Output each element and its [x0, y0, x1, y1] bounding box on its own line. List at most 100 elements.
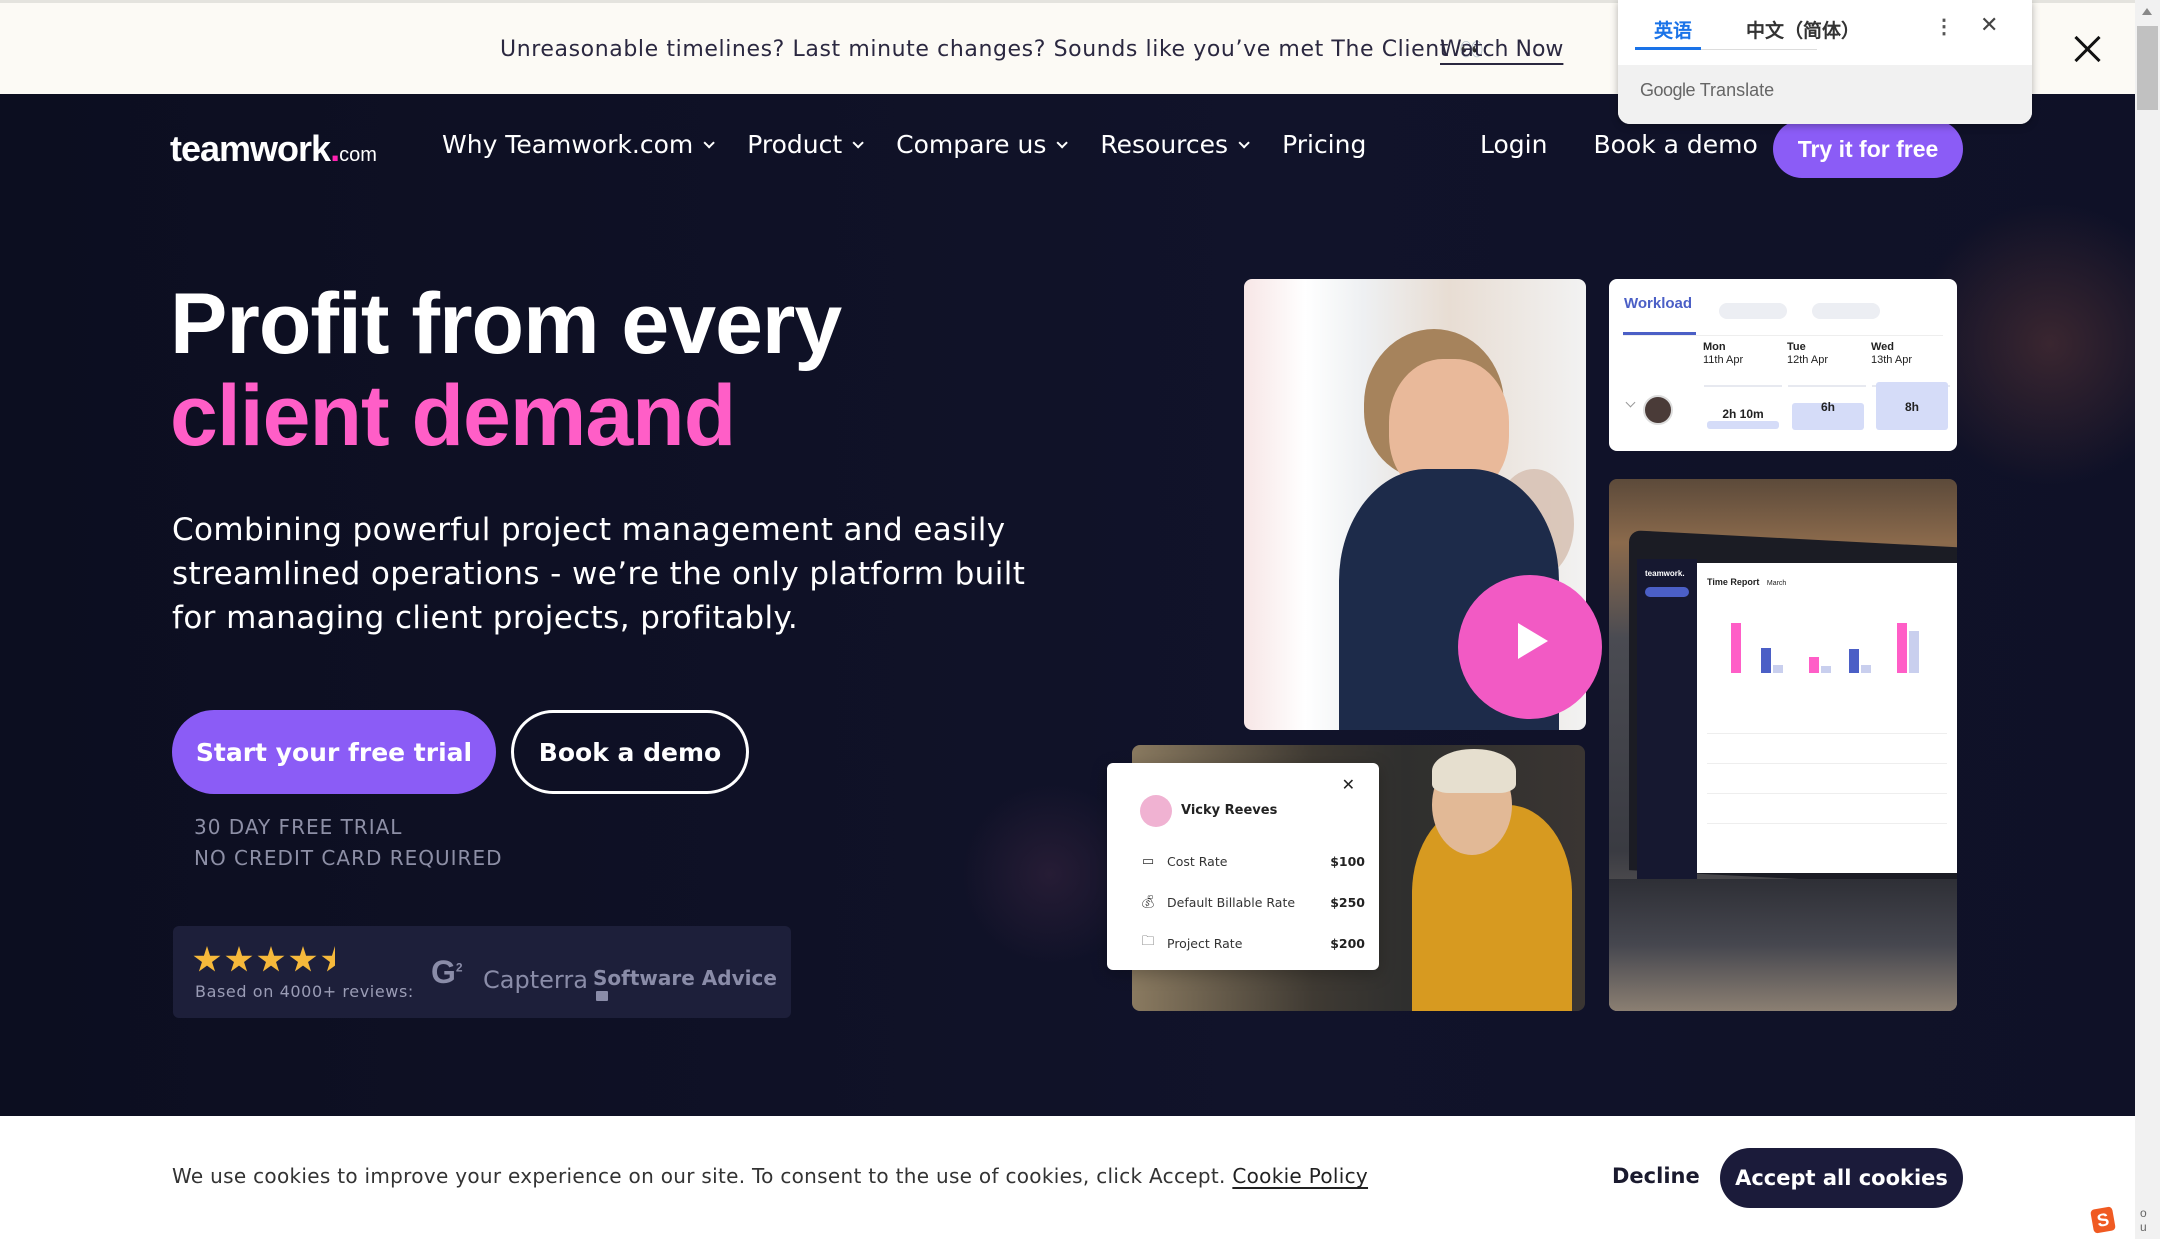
teamwork-logo[interactable]: teamwork.com: [170, 128, 377, 170]
person-name: Vicky Reeves: [1181, 803, 1278, 818]
star-icon: [193, 946, 221, 972]
software-advice-logo: Software Advice: [593, 966, 791, 1014]
chevron-down-icon[interactable]: [1625, 397, 1636, 408]
quick-add-button: [1645, 587, 1689, 597]
workload-card: Workload Mon 11th Apr Tue 12th Apr Wed 13th…: [1609, 279, 1957, 451]
page-scrollbar[interactable]: [2135, 0, 2160, 1239]
workload-bar: [1707, 421, 1779, 429]
nav-compare-us[interactable]: Compare us: [896, 130, 1069, 159]
money-bag-icon: 💰︎: [1139, 894, 1157, 910]
star-rating: [193, 946, 349, 974]
rate-row: ▭ Cost Rate $100: [1137, 851, 1365, 871]
table-row: [1707, 793, 1947, 794]
rate-amount: $250: [1330, 894, 1365, 910]
watch-now-link[interactable]: Watch Now: [1440, 37, 1563, 62]
ime-toolbar[interactable]: ou: [2140, 1206, 2147, 1234]
rate-label: Project Rate: [1167, 935, 1243, 951]
chevron-down-icon: [852, 136, 864, 149]
day-date: 11th Apr: [1703, 354, 1744, 366]
translate-tab-target[interactable]: 中文（简体）: [1746, 16, 1860, 43]
rate-row: 🗀 Project Rate $200: [1137, 933, 1365, 953]
app-logo: teamwork.: [1645, 569, 1685, 578]
trial-note-line1: 30 DAY FREE TRIAL: [194, 815, 403, 839]
workload-value: 2h 10m: [1722, 407, 1764, 421]
star-icon: [289, 946, 317, 972]
laptop-time-report-photo: teamwork. Time Report March: [1609, 479, 1957, 1011]
scrollbar-thumb[interactable]: [2137, 26, 2158, 110]
hero-title-line1: Profit from every: [170, 276, 842, 372]
review-count-label: Based on 4000+ reviews:: [195, 982, 414, 1001]
nav-product[interactable]: Product: [747, 130, 864, 159]
app-sidebar: [1637, 559, 1697, 879]
workload-value: 8h: [1904, 400, 1919, 414]
active-tab-indicator: [1635, 47, 1701, 50]
scroll-up-arrow-icon[interactable]: [2142, 8, 2152, 15]
rate-label: Default Billable Rate: [1167, 894, 1296, 910]
login-link[interactable]: Login: [1480, 130, 1547, 159]
translate-tab-source[interactable]: 英语: [1654, 16, 1692, 43]
photo-detail: [1432, 749, 1516, 793]
day-name: Wed: [1871, 341, 1895, 353]
chevron-down-icon: [1238, 136, 1250, 149]
day-date: 12th Apr: [1787, 354, 1828, 366]
chart-bar: [1909, 631, 1919, 673]
avatar: [1643, 395, 1673, 425]
ime-sogou-icon[interactable]: S: [2090, 1206, 2116, 1234]
book-demo-link[interactable]: Book a demo: [1593, 130, 1757, 159]
play-video-button[interactable]: [1458, 575, 1602, 719]
accept-cookies-button[interactable]: Accept all cookies: [1720, 1148, 1963, 1208]
rate-row: 💰︎ Default Billable Rate $250: [1137, 892, 1365, 912]
cookie-text: We use cookies to improve your experienc…: [172, 1164, 1226, 1188]
workload-tab: Workload: [1624, 295, 1693, 312]
close-banner-icon[interactable]: [2072, 33, 2104, 65]
app-screen: Time Report March: [1697, 563, 1957, 873]
star-icon: [257, 946, 285, 972]
chart-bar: [1849, 649, 1859, 673]
placeholder-pill: [1812, 303, 1880, 319]
g2-logo: G2: [431, 954, 463, 990]
translate-footer: Google Translate: [1618, 65, 2032, 124]
book-demo-button[interactable]: Book a demo: [511, 710, 749, 794]
divider: [1788, 385, 1866, 387]
day-header: Wed 13th Apr: [1871, 341, 1912, 367]
cookie-message: We use cookies to improve your experienc…: [172, 1164, 1368, 1188]
banner-message: Unreasonable timelines? Last minute chan…: [500, 37, 1450, 62]
close-icon[interactable]: ✕: [1342, 775, 1355, 794]
day-name: Mon: [1703, 341, 1726, 353]
laptop-keyboard: [1609, 879, 1957, 1011]
nav-label: Product: [747, 130, 843, 159]
logo-suffix: com: [339, 144, 377, 166]
chart-bar: [1861, 665, 1871, 673]
placeholder-pill: [1719, 303, 1787, 319]
start-free-trial-button[interactable]: Start your free trial: [172, 710, 496, 794]
main-nav: Why Teamwork.com Product Compare us Reso…: [442, 130, 1402, 159]
table-row: [1707, 733, 1947, 734]
time-report-title: Time Report March: [1707, 577, 1786, 587]
logo-text: teamwork: [170, 128, 331, 169]
trial-note-line2: NO CREDIT CARD REQUIRED: [194, 846, 503, 870]
decline-cookies-button[interactable]: Decline: [1612, 1164, 1700, 1188]
day-date: 13th Apr: [1871, 354, 1912, 366]
nav-pricing[interactable]: Pricing: [1282, 130, 1366, 159]
chart-bar: [1897, 623, 1907, 673]
nav-resources[interactable]: Resources: [1100, 130, 1250, 159]
report-month: March: [1766, 580, 1787, 587]
table-row: [1707, 823, 1947, 824]
nav-label: Why Teamwork.com: [442, 130, 694, 159]
day-name: Tue: [1787, 341, 1806, 353]
trial-note: 30 DAY FREE TRIAL NO CREDIT CARD REQUIRE…: [194, 812, 502, 874]
divider: [1704, 385, 1782, 387]
rate-label: Cost Rate: [1167, 853, 1228, 869]
close-icon[interactable]: ✕: [1980, 12, 1998, 38]
cookie-policy-link[interactable]: Cookie Policy: [1232, 1164, 1368, 1188]
workload-value: 6h: [1820, 400, 1835, 414]
rate-card: ✕ Vicky Reeves ▭ Cost Rate $100 💰︎ Defau…: [1107, 763, 1379, 970]
nav-label: Resources: [1100, 130, 1229, 159]
capterra-logo: Capterra: [483, 966, 588, 994]
try-for-free-button[interactable]: Try it for free: [1773, 120, 1963, 178]
folder-icon: 🗀: [1141, 934, 1155, 949]
chart-bar: [1821, 666, 1831, 673]
nav-why-teamwork[interactable]: Why Teamwork.com: [442, 130, 716, 159]
brand-google: Google: [1640, 80, 1696, 100]
more-options-icon[interactable]: ⋮: [1934, 14, 1954, 39]
